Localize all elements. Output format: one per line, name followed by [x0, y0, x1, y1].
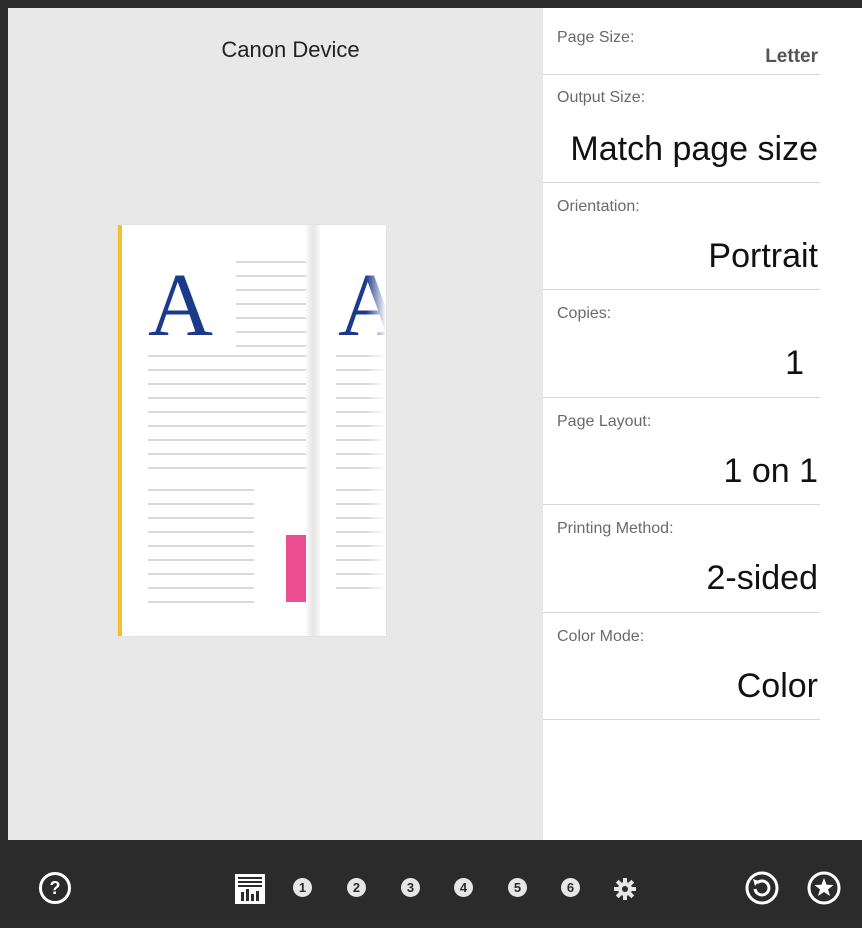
text-line [148, 587, 254, 589]
setting-color-mode[interactable]: Color Mode: Color [543, 613, 820, 720]
setting-value: 2-sided [706, 559, 818, 597]
tab-4[interactable]: 4 [454, 878, 473, 897]
page-fade [366, 225, 386, 636]
favorite-star-icon[interactable] [806, 870, 842, 906]
text-line [236, 303, 308, 305]
setting-orientation[interactable]: Orientation: Portrait [543, 183, 820, 290]
setting-label: Printing Method: [557, 520, 674, 537]
setting-value: Match page size [570, 130, 818, 168]
restore-defaults-icon[interactable] [744, 870, 780, 906]
setting-value: Letter [765, 46, 818, 67]
text-line [148, 397, 308, 399]
text-line [236, 275, 308, 277]
text-line [148, 517, 254, 519]
settings-panel: Page Size: Letter Output Size: Match pag… [543, 8, 862, 840]
setting-label: Color Mode: [557, 628, 645, 645]
setting-value: Portrait [708, 237, 818, 275]
text-line [148, 559, 254, 561]
text-line [236, 317, 308, 319]
gear-graphic [614, 878, 636, 900]
text-line [148, 545, 254, 547]
device-name: Canon Device [221, 37, 360, 62]
text-line [148, 489, 254, 491]
text-line [148, 369, 308, 371]
preview-image-block [286, 535, 308, 602]
text-line [148, 439, 308, 441]
setting-printing-method[interactable]: Printing Method: 2-sided [543, 505, 820, 613]
bottom-app-bar: ? 1 2 3 4 5 6 [0, 840, 862, 928]
page-edge-marker [118, 225, 122, 636]
page-fold [306, 225, 320, 636]
gear-icon[interactable] [612, 876, 638, 902]
star-graphic [807, 871, 841, 905]
restore-graphic [745, 871, 779, 905]
text-line [148, 503, 254, 505]
print-dialog: Canon Device A A Page Size: Letter Outpu… [8, 8, 862, 840]
print-preview-sheet-graphic [235, 874, 265, 904]
setting-value: 1 on 1 [723, 452, 818, 490]
text-line [148, 601, 254, 603]
print-preview-sheet-icon[interactable] [235, 874, 265, 904]
text-line [148, 411, 308, 413]
setting-value: 1 [785, 344, 804, 382]
text-line [236, 331, 308, 333]
tab-2[interactable]: 2 [347, 878, 366, 897]
page-preview: A A [118, 225, 386, 636]
setting-copies[interactable]: Copies: 1 [543, 290, 820, 398]
text-line [236, 345, 308, 347]
text-line [148, 425, 308, 427]
setting-value: Color [736, 667, 818, 705]
text-line [148, 467, 308, 469]
text-line [148, 383, 308, 385]
text-line [236, 261, 308, 263]
text-line [148, 355, 308, 357]
setting-label: Output Size: [557, 89, 646, 106]
tab-5[interactable]: 5 [508, 878, 527, 897]
help-icon[interactable]: ? [39, 872, 71, 904]
setting-output-size[interactable]: Output Size: Match page size [543, 75, 820, 183]
preview-sample-letter: A [148, 256, 213, 355]
tab-1[interactable]: 1 [293, 878, 312, 897]
text-line [148, 573, 254, 575]
setting-page-size[interactable]: Page Size: Letter [543, 8, 820, 75]
setting-label: Copies: [557, 305, 612, 322]
tab-6[interactable]: 6 [561, 878, 580, 897]
setting-label: Page Size: [557, 29, 635, 46]
setting-label: Orientation: [557, 198, 640, 215]
text-line [148, 531, 254, 533]
setting-label: Page Layout: [557, 413, 652, 430]
setting-page-layout[interactable]: Page Layout: 1 on 1 [543, 398, 820, 505]
tab-3[interactable]: 3 [401, 878, 420, 897]
text-line [236, 289, 308, 291]
text-line [148, 453, 308, 455]
preview-pane: Canon Device A A [8, 8, 543, 840]
